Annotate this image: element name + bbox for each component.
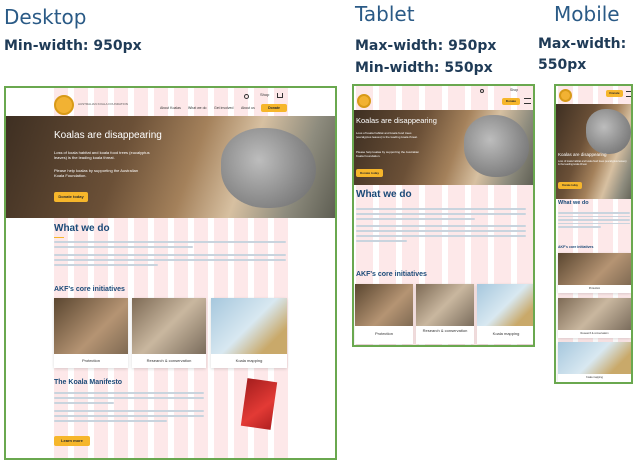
manifesto-text [54,392,204,422]
what-we-do-text [54,241,286,266]
card-label: Koala mapping [586,376,603,379]
donate-today-button[interactable]: Donate today [356,169,383,177]
hero-text: Loss of koala habitat and koala food tre… [558,160,627,166]
card-label: Koala mapping [492,331,520,336]
card-mapping[interactable]: Koala mapping [558,342,631,382]
shop-link[interactable]: Shop [260,92,269,97]
protection-image [558,253,631,285]
card-mapping[interactable]: Koala mapping [477,284,533,344]
mobile-heading: Mobile [554,2,620,26]
card-label: Protection [374,331,393,336]
initiatives-title: AKF's core initiatives [356,271,427,278]
search-icon[interactable] [244,94,249,99]
mobile-rule-min: 550px [538,57,587,73]
card-label: Koala mapping [235,358,263,363]
tablet-frame: Shop Donate Koalas are disappearing Loss… [352,84,535,347]
card-protection[interactable]: Protection [558,253,631,293]
manifesto-book-image [240,378,278,430]
what-we-do-title: What we do [54,223,110,234]
card-research[interactable]: Research & conservation [558,298,631,338]
card-research[interactable]: Research & conservation [132,298,206,368]
akf-logo-icon[interactable] [559,89,572,102]
search-icon[interactable] [480,89,484,93]
card-label: Research & conservation [422,328,468,333]
hero-text-2: Please help koalas by supporting the Aus… [356,150,420,158]
menu-icon[interactable] [524,98,531,104]
hero-text: Loss of koala habitat and koala food tre… [356,131,418,139]
protection-image [54,298,128,354]
hero-text-2: Please help koalas by supporting the Aus… [54,168,139,178]
what-we-do-title: What we do [356,189,412,200]
org-name: AUSTRALIAN KOALA FOUNDATION [78,102,128,106]
card-label: Protection [588,287,601,290]
card-protection[interactable]: Protection [355,284,413,344]
donate-button[interactable]: Donate [261,104,287,112]
card-mapping[interactable]: Koala mapping [211,298,287,368]
hero-title: Koalas are disappearing [558,152,607,157]
desktop-heading: Desktop [4,5,87,29]
donate-today-button[interactable]: Donate today [558,182,582,189]
mapping-image [211,298,287,354]
donate-button[interactable]: Donate [606,90,623,97]
nav-about-koalas[interactable]: About Koalas [160,106,181,110]
what-we-do-text [558,212,630,228]
what-we-do-text [356,208,526,242]
initiatives-title: AKF's core initiatives [558,245,594,249]
mapping-image [477,284,533,326]
research-image [416,284,474,326]
nav-about-us[interactable]: About us [241,106,255,110]
protection-image [355,284,413,326]
akf-logo-icon[interactable] [54,95,74,115]
nav-what-we-do[interactable]: What we do [188,106,206,110]
initiatives-title: AKF's core initiatives [54,286,125,293]
nav-get-involved[interactable]: Get involved [214,106,233,110]
learn-more-button[interactable]: Learn more [54,436,90,446]
research-image [132,298,206,354]
desktop-rule: Min-width: 950px [4,38,142,54]
tablet-rule-min: Min-width: 550px [355,60,493,76]
card-label: Research & conservation [580,332,609,335]
research-image [558,298,631,330]
mobile-rule-max: Max-width: [538,36,627,52]
hero-title: Koalas are disappearing [356,116,437,125]
tablet-rule-max: Max-width: 950px [355,38,497,54]
koala-image [464,115,529,177]
tablet-heading: Tablet [355,2,415,26]
card-protection[interactable]: Protection [54,298,128,368]
donate-today-button[interactable]: Donate today [54,192,88,202]
mobile-frame: Donate Koalas are disappearing Loss of k… [554,84,633,384]
card-label: Research & conservation [146,358,192,363]
koala-image [586,109,631,154]
hero-text: Loss of koala habitat and koala food tre… [54,150,150,160]
title-underline [54,237,64,238]
cart-icon[interactable] [277,93,283,98]
what-we-do-title: What we do [558,200,589,206]
desktop-frame: AUSTRALIAN KOALA FOUNDATION Shop About K… [4,86,337,460]
koala-image [221,128,316,208]
mapping-image [558,342,631,374]
akf-logo-icon[interactable] [357,94,371,108]
card-research[interactable]: Research & conservation [416,284,474,344]
menu-icon[interactable] [626,91,631,97]
shop-link[interactable]: Shop [510,88,518,92]
donate-button[interactable]: Donate [502,98,520,105]
hero-title: Koalas are disappearing [54,130,162,141]
card-label: Protection [81,358,100,363]
manifesto-title: The Koala Manifesto [54,379,123,386]
